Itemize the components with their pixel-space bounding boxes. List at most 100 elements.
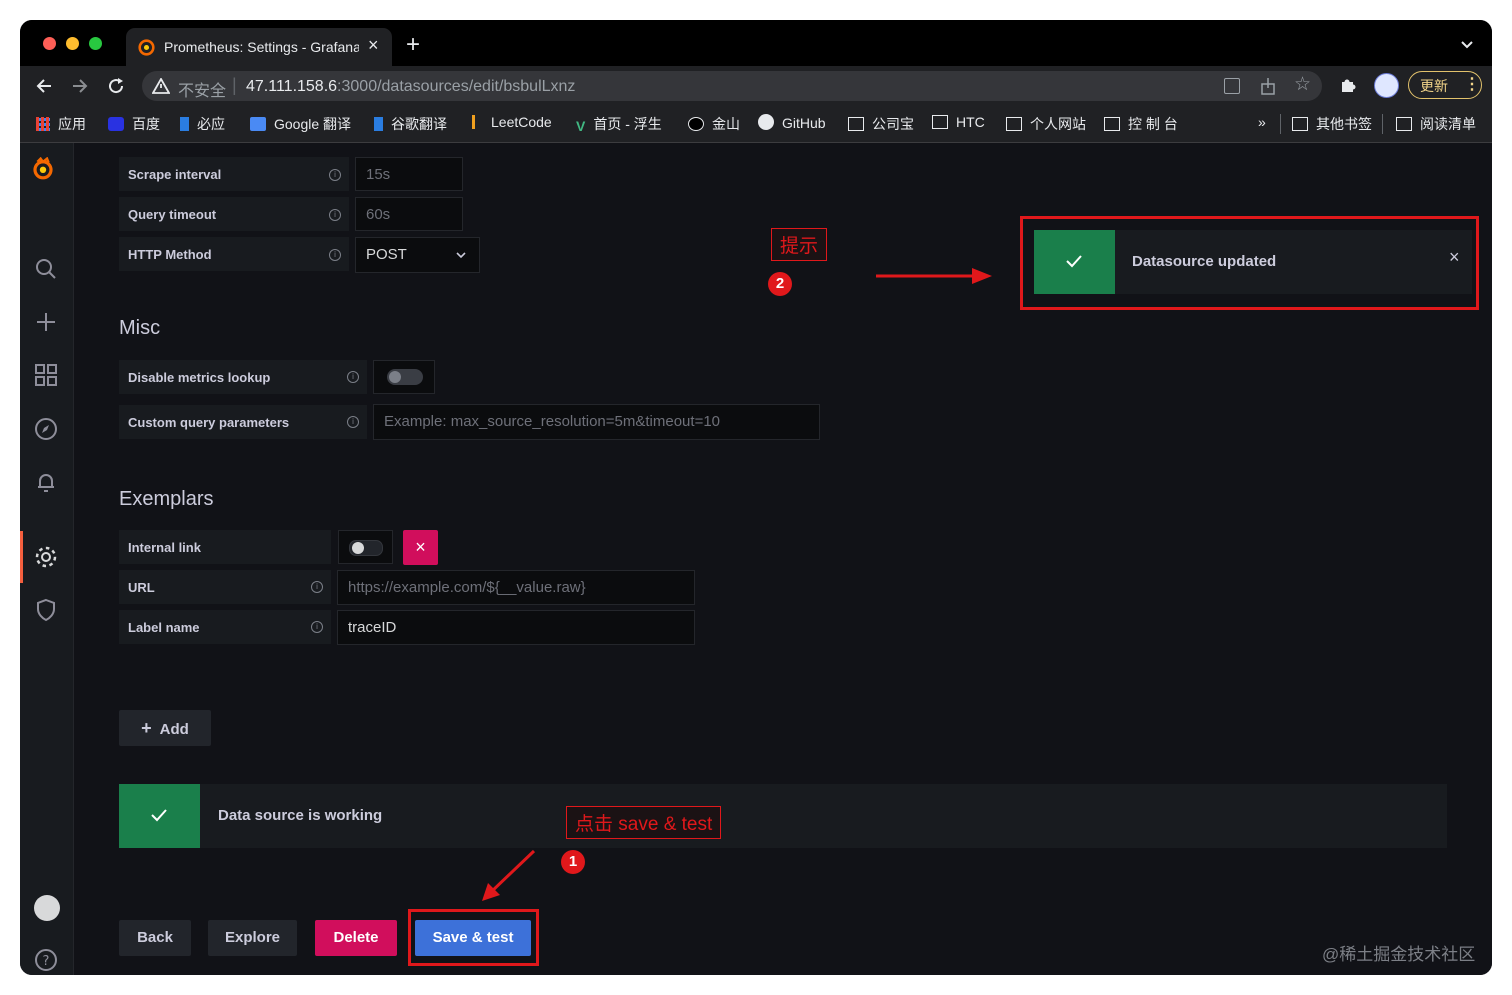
explore-compass-icon[interactable] bbox=[34, 417, 58, 441]
misc-section-title: Misc bbox=[119, 317, 161, 339]
bookmark-github[interactable]: GitHub bbox=[758, 114, 826, 131]
toggle-knob bbox=[389, 371, 401, 383]
close-tab-icon[interactable]: × bbox=[368, 35, 379, 56]
new-tab-button[interactable]: + bbox=[406, 31, 420, 59]
toggle-knob bbox=[352, 542, 364, 554]
disable-metrics-toggle[interactable] bbox=[387, 369, 423, 385]
reading-list[interactable]: 阅读清单 bbox=[1396, 114, 1476, 134]
help-icon[interactable]: ? bbox=[34, 948, 58, 972]
close-window-button[interactable] bbox=[43, 37, 56, 50]
info-icon[interactable]: i bbox=[329, 169, 341, 181]
back-button[interactable]: Back bbox=[119, 920, 191, 956]
bookmarks-divider bbox=[1280, 114, 1281, 134]
add-exemplar-button[interactable]: + Add bbox=[119, 710, 211, 746]
grafana-main: Scrape interval i 15s Query timeout i 60… bbox=[74, 143, 1492, 975]
bookmark-gongsibao[interactable]: 公司宝 bbox=[848, 114, 914, 134]
folder-icon bbox=[932, 115, 948, 129]
explore-button[interactable]: Explore bbox=[208, 920, 297, 956]
forward-arrow-icon[interactable] bbox=[71, 77, 89, 95]
google-translate-icon bbox=[250, 117, 266, 131]
bookmarks-overflow[interactable]: » bbox=[1258, 114, 1266, 130]
github-icon bbox=[758, 114, 774, 130]
user-avatar[interactable] bbox=[34, 895, 60, 921]
info-icon[interactable]: i bbox=[329, 209, 341, 221]
reading-list-icon bbox=[1396, 117, 1412, 131]
info-icon[interactable]: i bbox=[329, 249, 341, 261]
check-icon bbox=[1066, 255, 1082, 268]
url-text[interactable]: 47.111.158.6:3000/datasources/edit/bsbul… bbox=[246, 78, 575, 96]
warning-triangle-icon bbox=[152, 78, 170, 94]
minimize-window-button[interactable] bbox=[66, 37, 79, 50]
tab-title: Prometheus: Settings - Grafana bbox=[164, 39, 359, 55]
shield-icon[interactable] bbox=[34, 598, 58, 622]
svg-text:?: ? bbox=[43, 954, 50, 969]
toast-notification: Datasource updated × bbox=[1034, 230, 1472, 294]
profile-avatar[interactable] bbox=[1374, 73, 1399, 98]
info-icon[interactable]: i bbox=[311, 581, 323, 593]
delete-button[interactable]: Delete bbox=[315, 920, 397, 956]
exemplars-section-title: Exemplars bbox=[119, 488, 214, 510]
translate-icon[interactable] bbox=[1224, 78, 1240, 94]
watermark: @稀土掘金技术社区 bbox=[1322, 945, 1476, 964]
annotation-highlight-save bbox=[408, 909, 539, 966]
reload-icon[interactable] bbox=[107, 77, 125, 95]
label-name-label: Label name bbox=[119, 610, 331, 644]
bookmark-google-translate[interactable]: Google 翻译 bbox=[250, 114, 351, 134]
address-bar: 不安全 | 47.111.158.6:3000/datasources/edit… bbox=[20, 66, 1492, 106]
custom-query-label: Custom query parameters bbox=[119, 405, 367, 439]
info-icon[interactable]: i bbox=[311, 621, 323, 633]
remove-exemplar-button[interactable]: × bbox=[403, 530, 438, 565]
info-icon[interactable]: i bbox=[347, 371, 359, 383]
info-icon[interactable]: i bbox=[347, 416, 359, 428]
toast-text: Datasource updated bbox=[1132, 253, 1277, 270]
bookmark-personal-site[interactable]: 个人网站 bbox=[1006, 114, 1086, 134]
folder-icon bbox=[1104, 117, 1120, 131]
plus-icon[interactable] bbox=[34, 310, 58, 334]
scrape-interval-input[interactable]: 15s bbox=[355, 157, 463, 191]
baidu-icon bbox=[108, 117, 124, 131]
internal-link-toggle[interactable] bbox=[349, 540, 383, 556]
bookmark-apps[interactable]: 应用 bbox=[36, 114, 86, 134]
leetcode-icon bbox=[472, 115, 483, 129]
bookmark-translate-2[interactable]: 谷歌翻译 bbox=[374, 114, 447, 134]
custom-query-input[interactable]: Example: max_source_resolution=5m&timeou… bbox=[373, 404, 820, 440]
search-icon[interactable] bbox=[34, 257, 58, 281]
annotation-badge-1: 1 bbox=[561, 850, 585, 874]
extensions-puzzle-icon[interactable] bbox=[1340, 78, 1356, 94]
alerting-bell-icon[interactable] bbox=[34, 470, 58, 494]
bookmark-home[interactable]: V 首页 - 浮生 bbox=[576, 114, 662, 134]
dashboards-grid-icon[interactable] bbox=[34, 363, 58, 387]
bookmark-bing[interactable]: 必应 bbox=[180, 114, 225, 134]
annotation-hint-label: 提示 bbox=[771, 228, 828, 261]
bookmark-star-icon[interactable]: ☆ bbox=[1294, 73, 1311, 96]
close-toast-icon[interactable]: × bbox=[1449, 247, 1460, 268]
maximize-window-button[interactable] bbox=[89, 37, 102, 50]
grafana-logo-icon[interactable] bbox=[31, 157, 55, 181]
share-icon[interactable] bbox=[1260, 77, 1276, 95]
bookmarks-bar: 应用 百度 必应 Google 翻译 谷歌翻译 LeetCode V 首页 - 浮… bbox=[20, 106, 1492, 143]
apps-grid-icon bbox=[36, 117, 50, 131]
omnibox[interactable]: 不安全 | 47.111.158.6:3000/datasources/edit… bbox=[142, 71, 1322, 101]
bookmark-leetcode[interactable]: LeetCode bbox=[472, 114, 552, 130]
bookmark-console[interactable]: 控 制 台 bbox=[1104, 114, 1178, 134]
other-bookmarks[interactable]: 其他书签 bbox=[1292, 114, 1372, 134]
exemplar-url-input[interactable]: https://example.com/${__value.raw} bbox=[337, 570, 695, 605]
update-button[interactable]: 更新 ⋮ bbox=[1408, 71, 1482, 99]
query-timeout-input[interactable]: 60s bbox=[355, 197, 463, 231]
tab-search-chevron-icon[interactable] bbox=[1460, 40, 1474, 50]
browser-window: Prometheus: Settings - Grafana × + 不安全 |… bbox=[20, 20, 1492, 975]
annotation-click-save-label: 点击 save & test bbox=[566, 806, 722, 839]
alert-icon-box bbox=[119, 784, 200, 848]
label-name-input[interactable]: traceID bbox=[337, 610, 695, 645]
success-alert: Data source is working bbox=[119, 784, 1447, 848]
browser-tab[interactable]: Prometheus: Settings - Grafana × bbox=[126, 28, 392, 66]
active-indicator bbox=[20, 531, 23, 583]
bookmark-kingsoft[interactable]: 金山 bbox=[688, 114, 740, 134]
bookmark-baidu[interactable]: 百度 bbox=[108, 114, 160, 134]
configuration-gear-icon[interactable] bbox=[34, 545, 58, 569]
http-method-select[interactable]: POST bbox=[355, 237, 480, 273]
vue-icon: V bbox=[576, 118, 586, 134]
bookmark-htc[interactable]: HTC bbox=[932, 114, 985, 130]
back-arrow-icon[interactable] bbox=[35, 77, 53, 95]
disable-metrics-label: Disable metrics lookup bbox=[119, 360, 367, 394]
